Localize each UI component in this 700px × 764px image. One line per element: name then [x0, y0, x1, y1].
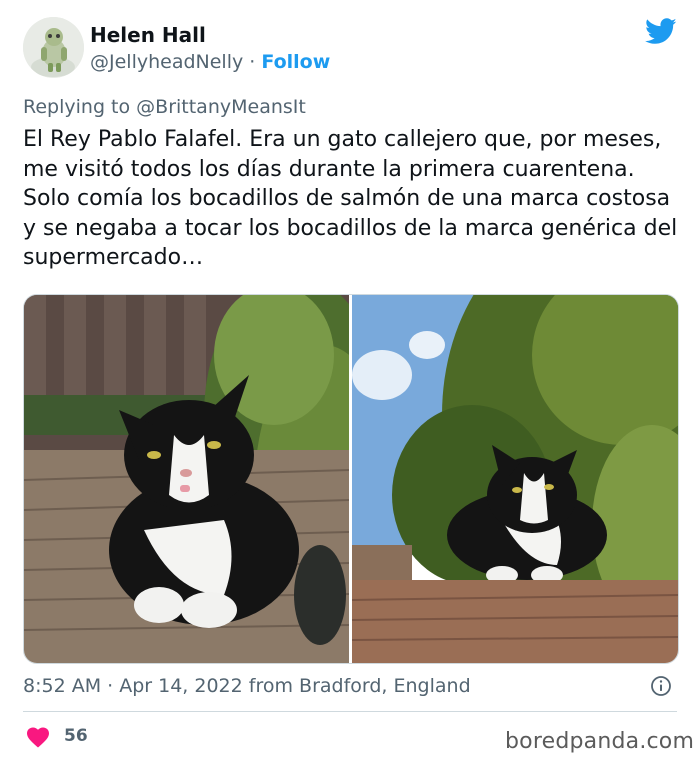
author-subline: @JellyheadNelly · Follow	[90, 51, 330, 73]
heart-icon[interactable]	[26, 726, 50, 748]
avatar-photo	[23, 17, 84, 78]
tweet-text: El Rey Pablo Falafel. Era un gato callej…	[23, 127, 678, 270]
like-count[interactable]: 56	[64, 726, 88, 746]
watermark: boredpanda.com	[505, 729, 695, 754]
timestamp[interactable]: 8:52 AM · Apr 14, 2022 from Bradford, En…	[23, 675, 471, 697]
avatar[interactable]	[23, 17, 84, 78]
photo-grid	[23, 294, 679, 664]
cat-photo-deck[interactable]	[24, 295, 349, 663]
divider	[23, 711, 677, 712]
separator-dot: ·	[243, 51, 262, 73]
info-icon[interactable]	[650, 675, 672, 697]
replying-to: Replying to @BrittanyMeansIt	[23, 96, 306, 118]
twitter-bird-icon[interactable]	[645, 18, 677, 45]
follow-button[interactable]: Follow	[261, 51, 330, 73]
author-name[interactable]: Helen Hall	[90, 23, 206, 47]
cat-photo-fence[interactable]	[352, 295, 678, 663]
tweet-card: Helen Hall @JellyheadNelly · Follow Repl…	[0, 0, 700, 764]
author-handle[interactable]: @JellyheadNelly	[90, 51, 243, 73]
